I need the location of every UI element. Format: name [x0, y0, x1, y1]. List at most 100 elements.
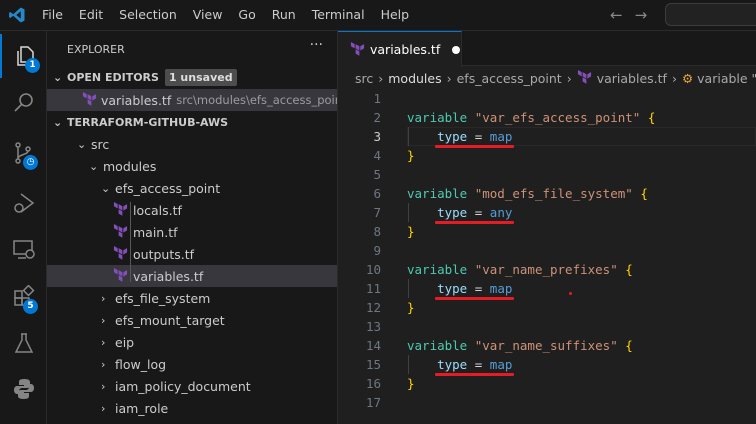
token-val: map	[489, 357, 513, 372]
tree-folder[interactable]: ⌄ modules	[47, 155, 337, 177]
vscode-logo-icon	[9, 7, 25, 23]
code-line: 7 type = any	[338, 203, 756, 224]
explorer-activity[interactable]: 1	[0, 34, 47, 78]
clock-icon: ◷	[23, 155, 38, 170]
token-op	[407, 129, 437, 144]
menu-file[interactable]: File	[42, 7, 63, 22]
code-line: 13	[338, 317, 756, 336]
token-br: {	[647, 110, 656, 125]
token-br: {	[625, 338, 633, 353]
forward-arrow-icon[interactable]: →	[635, 6, 648, 24]
chevron-right-icon: ›	[101, 357, 106, 371]
tree-file[interactable]: variables.tf	[47, 265, 337, 287]
python-activity[interactable]	[0, 367, 47, 411]
tree-folder[interactable]: › eip	[47, 331, 337, 353]
line-number: 15	[365, 357, 381, 372]
tree-folder[interactable]: ›iam_role_policy_attachments_exclusive	[47, 419, 337, 424]
unsaved-dot-icon[interactable]	[452, 45, 461, 54]
code-line: 10 variable "var_name_prefixes" {	[338, 260, 756, 279]
menu-go[interactable]: Go	[238, 7, 255, 22]
command-center-search[interactable]	[665, 3, 756, 26]
code-line: 16}	[338, 374, 756, 393]
open-editors-header[interactable]: ⌄ OPEN EDITORS 1 unsaved	[47, 66, 337, 88]
tab-variables-tf[interactable]: variables.tf	[338, 31, 462, 67]
activity-bar: 1 ◷ 5	[0, 31, 47, 424]
chevron-right-icon: ›	[446, 70, 452, 86]
tree-folder[interactable]: › efs_mount_target	[47, 309, 337, 331]
code-line: 8}	[338, 222, 756, 241]
tree-label: locals.tf	[133, 202, 182, 218]
breadcrumb-item[interactable]: variable "var_	[697, 71, 756, 86]
chevron-down-icon: ⌄	[53, 115, 63, 129]
search-activity[interactable]	[0, 81, 47, 125]
line-number: 4	[373, 148, 381, 163]
more-actions-icon[interactable]: ···	[310, 37, 323, 53]
tree-label: src	[91, 136, 110, 152]
code-text: type = map	[407, 355, 512, 374]
source-control-activity[interactable]: ◷	[0, 131, 47, 175]
menu-bar: File Edit Selection View Go Run Terminal Help	[42, 7, 425, 22]
token-val: map	[489, 129, 513, 144]
chevron-right-icon: ›	[101, 335, 106, 349]
token-br: }	[407, 376, 415, 391]
token-br: {	[625, 262, 633, 277]
remote-explorer-icon	[12, 240, 35, 259]
line-number: 11	[365, 281, 381, 296]
token-str: "var_name_prefixes"	[474, 262, 618, 277]
tree-folder[interactable]: › iam_policy_document	[47, 375, 337, 397]
breadcrumb-item[interactable]: src	[355, 71, 373, 86]
menu-view[interactable]: View	[193, 7, 223, 22]
tree-folder[interactable]: › iam_role	[47, 397, 337, 419]
menu-run[interactable]: Run	[272, 7, 296, 22]
token-attr: type	[437, 281, 468, 296]
extensions-activity[interactable]: 5	[0, 275, 47, 319]
terraform-file-icon	[350, 41, 366, 59]
token-op	[407, 205, 437, 220]
terraform-file-icon	[113, 245, 129, 263]
chevron-right-icon: ›	[378, 70, 384, 86]
testing-activity[interactable]	[0, 321, 47, 365]
tree-label: iam_policy_document	[115, 378, 251, 394]
chevron-right-icon: ›	[671, 70, 677, 86]
breadcrumb-item[interactable]: variables.tf	[597, 71, 667, 86]
breadcrumb-item[interactable]: efs_access_point	[457, 71, 562, 86]
token-val: any	[489, 205, 513, 220]
remote-explorer-activity[interactable]	[0, 227, 47, 271]
chevron-down-icon: ⌄	[53, 70, 63, 84]
tab-bar: variables.tf	[338, 31, 756, 67]
tree-folder[interactable]: ⌄ src	[47, 133, 337, 155]
code-text: type = map	[407, 127, 512, 146]
project-header[interactable]: ⌄ TERRAFORM-GITHUB-AWS	[47, 111, 337, 133]
menu-help[interactable]: Help	[381, 7, 410, 22]
tree-folder[interactable]: › flow_log	[47, 353, 337, 375]
chevron-right-icon: ›	[566, 70, 572, 86]
explorer-badge: 1	[25, 58, 40, 73]
tree-label: efs_file_system	[115, 290, 211, 306]
menu-edit[interactable]: Edit	[79, 7, 103, 22]
menu-selection[interactable]: Selection	[119, 7, 177, 22]
token-op: =	[467, 357, 490, 372]
chevron-down-icon: ⌄	[89, 159, 99, 173]
token-br: {	[640, 186, 648, 201]
breadcrumb-item[interactable]: modules	[388, 71, 441, 86]
tree-folder[interactable]: › efs_file_system	[47, 287, 337, 309]
menu-terminal[interactable]: Terminal	[312, 7, 365, 22]
code-area[interactable]: 1 2 variable "var_efs_access_point" {3 typ…	[338, 89, 756, 412]
tree-file[interactable]: main.tf	[47, 221, 337, 243]
token-kw: variable	[407, 186, 475, 201]
back-arrow-icon[interactable]: ←	[610, 6, 623, 24]
flask-icon	[14, 333, 33, 353]
run-debug-activity[interactable]	[0, 181, 47, 225]
chevron-down-icon: ⌄	[77, 137, 87, 151]
terraform-file-icon	[577, 69, 593, 87]
open-editor-item[interactable]: variables.tf src\modules\efs_access_poin…	[47, 89, 338, 111]
tree-file[interactable]: outputs.tf	[47, 243, 337, 265]
token-br: }	[407, 300, 415, 315]
open-editor-path: src\modules\efs_access_point	[176, 93, 338, 107]
code-text: variable "var_name_prefixes" {	[407, 260, 633, 279]
code-line: 1	[338, 89, 756, 108]
tree-label: outputs.tf	[133, 246, 195, 262]
tree-file[interactable]: locals.tf	[47, 199, 337, 221]
tree-folder[interactable]: ⌄ efs_access_point	[47, 177, 337, 199]
search-icon	[13, 93, 33, 112]
